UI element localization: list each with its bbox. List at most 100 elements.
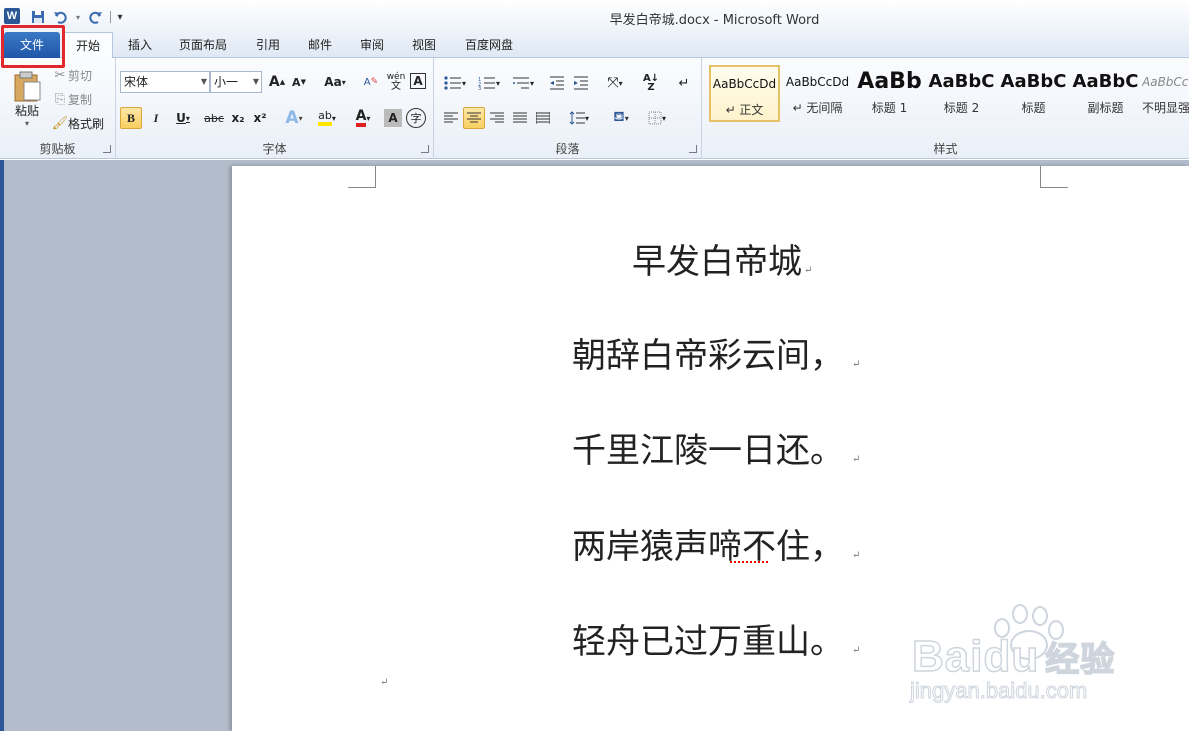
tab-review[interactable]: 审阅: [352, 32, 392, 58]
underline-button[interactable]: U ▾: [170, 107, 196, 129]
clipboard-group: 粘贴 ▾ ✂ 剪切 ⎘ 复制 🖌 格式刷 剪贴板: [0, 58, 116, 159]
show-formatting-button[interactable]: ↵: [674, 73, 694, 93]
sort-button[interactable]: A↓ Z: [640, 73, 662, 93]
tab-insert[interactable]: 插入: [120, 32, 160, 58]
change-case-icon: Aa: [324, 75, 342, 89]
style-sample: AaBbC: [1072, 71, 1139, 92]
align-center-button[interactable]: [463, 107, 485, 129]
cut-label: 剪切: [68, 68, 93, 83]
clipboard-dialog-launcher[interactable]: [103, 145, 111, 153]
styles-group-label: 样式: [933, 142, 958, 156]
paragraph-mark: ↵: [380, 677, 389, 688]
multilevel-list-button[interactable]: ▾: [508, 73, 538, 93]
borders-button[interactable]: ▾: [642, 107, 672, 129]
copy-label: 复制: [68, 92, 93, 107]
tab-home[interactable]: 开始: [63, 32, 113, 59]
poem-line-4: 轻舟已过万重山。 ↵: [232, 614, 1189, 663]
paste-dropdown-icon: ▾: [24, 119, 29, 128]
strikethrough-button[interactable]: abc: [202, 107, 226, 129]
format-painter-label: 格式刷: [68, 116, 105, 131]
styles-group: AaBbCcDd ↵ 正文 AaBbCcDd ↵ 无间隔 AaBb 标题 1 A…: [702, 58, 1189, 159]
style-heading-1[interactable]: AaBb 标题 1: [854, 65, 925, 122]
numbering-button[interactable]: 1 2 3 ▾: [474, 73, 504, 93]
enclose-characters-button[interactable]: 字: [406, 108, 426, 128]
subscript-icon: x₂: [231, 111, 245, 125]
clipboard-paste-icon: [14, 71, 41, 102]
style-subtle-emphasis[interactable]: AaBbCc 不明显强: [1142, 65, 1189, 122]
paste-label: 粘贴: [14, 104, 39, 118]
line-spacing-button[interactable]: ▾: [564, 107, 594, 129]
decrease-indent-button[interactable]: [546, 73, 568, 93]
paragraph-mark-icon: ↵: [678, 75, 690, 91]
ribbon-tab-bar: 文件 开始 插入 页面布局 引用 邮件 审阅 视图 百度网盘: [0, 32, 1189, 59]
poem-line-1: 朝辞白帝彩云间， ↵: [232, 328, 1189, 377]
style-sample: AaBbCcDd: [712, 77, 777, 91]
window-title: 早发白帝城.docx - Microsoft Word: [609, 13, 820, 28]
multilevel-list-icon: [512, 77, 529, 89]
style-sample: AaBbCc: [1142, 75, 1189, 89]
copy-button[interactable]: ⎘ 复制: [52, 90, 92, 108]
crop-mark-right: [1040, 166, 1068, 188]
character-shading-button[interactable]: A: [384, 109, 402, 127]
align-right-icon: [490, 112, 504, 123]
shading-button[interactable]: ⛾ ▾: [606, 107, 636, 129]
style-no-spacing[interactable]: AaBbCcDd ↵ 无间隔: [782, 65, 853, 122]
italic-button[interactable]: I: [146, 107, 166, 129]
poem-title: 早发白帝城 ↵: [232, 234, 1189, 283]
paste-button[interactable]: 粘贴 ▾: [8, 64, 46, 134]
font-name-combo[interactable]: 宋体 ▼: [120, 71, 210, 93]
increase-indent-button[interactable]: [570, 73, 592, 93]
font-color-button[interactable]: A ▾: [348, 107, 378, 129]
highlight-button[interactable]: ab ▾: [312, 107, 342, 129]
font-size-combo[interactable]: 小一 ▼: [210, 71, 262, 93]
scissors-icon: ✂: [54, 67, 66, 83]
enclose-characters-icon: 字: [410, 112, 422, 125]
bullets-button[interactable]: ▾: [440, 73, 470, 93]
tab-file[interactable]: 文件: [4, 32, 60, 58]
clipboard-group-label: 剪贴板: [39, 142, 76, 156]
clear-format-button[interactable]: A ✎: [360, 72, 382, 92]
poem-line-text: 轻舟已过万重山。: [572, 622, 844, 662]
text-effects-button[interactable]: A ▾: [280, 107, 308, 129]
style-normal[interactable]: AaBbCcDd ↵ 正文: [709, 65, 780, 122]
grow-font-button[interactable]: A ▲: [268, 73, 286, 91]
underline-icon: U: [176, 111, 186, 125]
tab-baidu-netdisk[interactable]: 百度网盘: [456, 32, 522, 58]
tab-references[interactable]: 引用: [248, 32, 288, 58]
style-subtitle[interactable]: AaBbC 副标题: [1070, 65, 1141, 122]
align-left-button[interactable]: [440, 107, 462, 129]
superscript-button[interactable]: x²: [250, 107, 270, 129]
tab-page-layout[interactable]: 页面布局: [170, 32, 236, 58]
distributed-icon: [536, 112, 550, 124]
bold-icon: B: [126, 110, 135, 125]
align-left-icon: [444, 112, 458, 123]
grow-font-icon: A: [268, 74, 280, 90]
font-dialog-launcher[interactable]: [421, 145, 429, 153]
format-painter-button[interactable]: 🖌 格式刷: [52, 114, 104, 132]
tab-view[interactable]: 视图: [404, 32, 444, 58]
title-bar: W ▾ ▾ 早发白帝城.docx - Microsoft Word: [0, 0, 1189, 32]
phonetic-guide-button[interactable]: wén 文: [384, 71, 408, 93]
character-border-button[interactable]: A: [410, 73, 426, 89]
tab-mailings[interactable]: 邮件: [300, 32, 340, 58]
character-shading-icon: A: [388, 111, 398, 125]
cut-button[interactable]: ✂ 剪切: [52, 66, 92, 84]
poem-title-text: 早发白帝城: [632, 242, 802, 282]
document-page[interactable]: 早发白帝城 ↵ 朝辞白帝彩云间， ↵ 千里江陵一日还。 ↵ 两岸猿声啼不住， ↵ 轻舟已…: [232, 166, 1189, 731]
bold-button[interactable]: B: [120, 107, 142, 129]
decrease-indent-icon: [550, 76, 564, 90]
poem-line-text: 朝辞白帝彩云间，: [572, 336, 844, 376]
align-right-button[interactable]: [486, 107, 508, 129]
style-title[interactable]: AaBbC 标题: [998, 65, 1069, 122]
shrink-font-button[interactable]: A ▼: [290, 73, 308, 91]
distributed-button[interactable]: [532, 107, 554, 129]
style-heading-2[interactable]: AaBbC 标题 2: [926, 65, 997, 122]
paragraph-mark: ↵: [852, 454, 861, 465]
style-name: ↵ 无间隔: [792, 101, 843, 115]
subscript-button[interactable]: x₂: [228, 107, 248, 129]
change-case-button[interactable]: Aa ▾: [320, 73, 350, 91]
paragraph-dialog-launcher[interactable]: [689, 145, 697, 153]
paragraph-mark: ↵: [804, 265, 813, 276]
chinese-layout-button[interactable]: ⤧ ▾: [600, 73, 630, 93]
justify-button[interactable]: [509, 107, 531, 129]
